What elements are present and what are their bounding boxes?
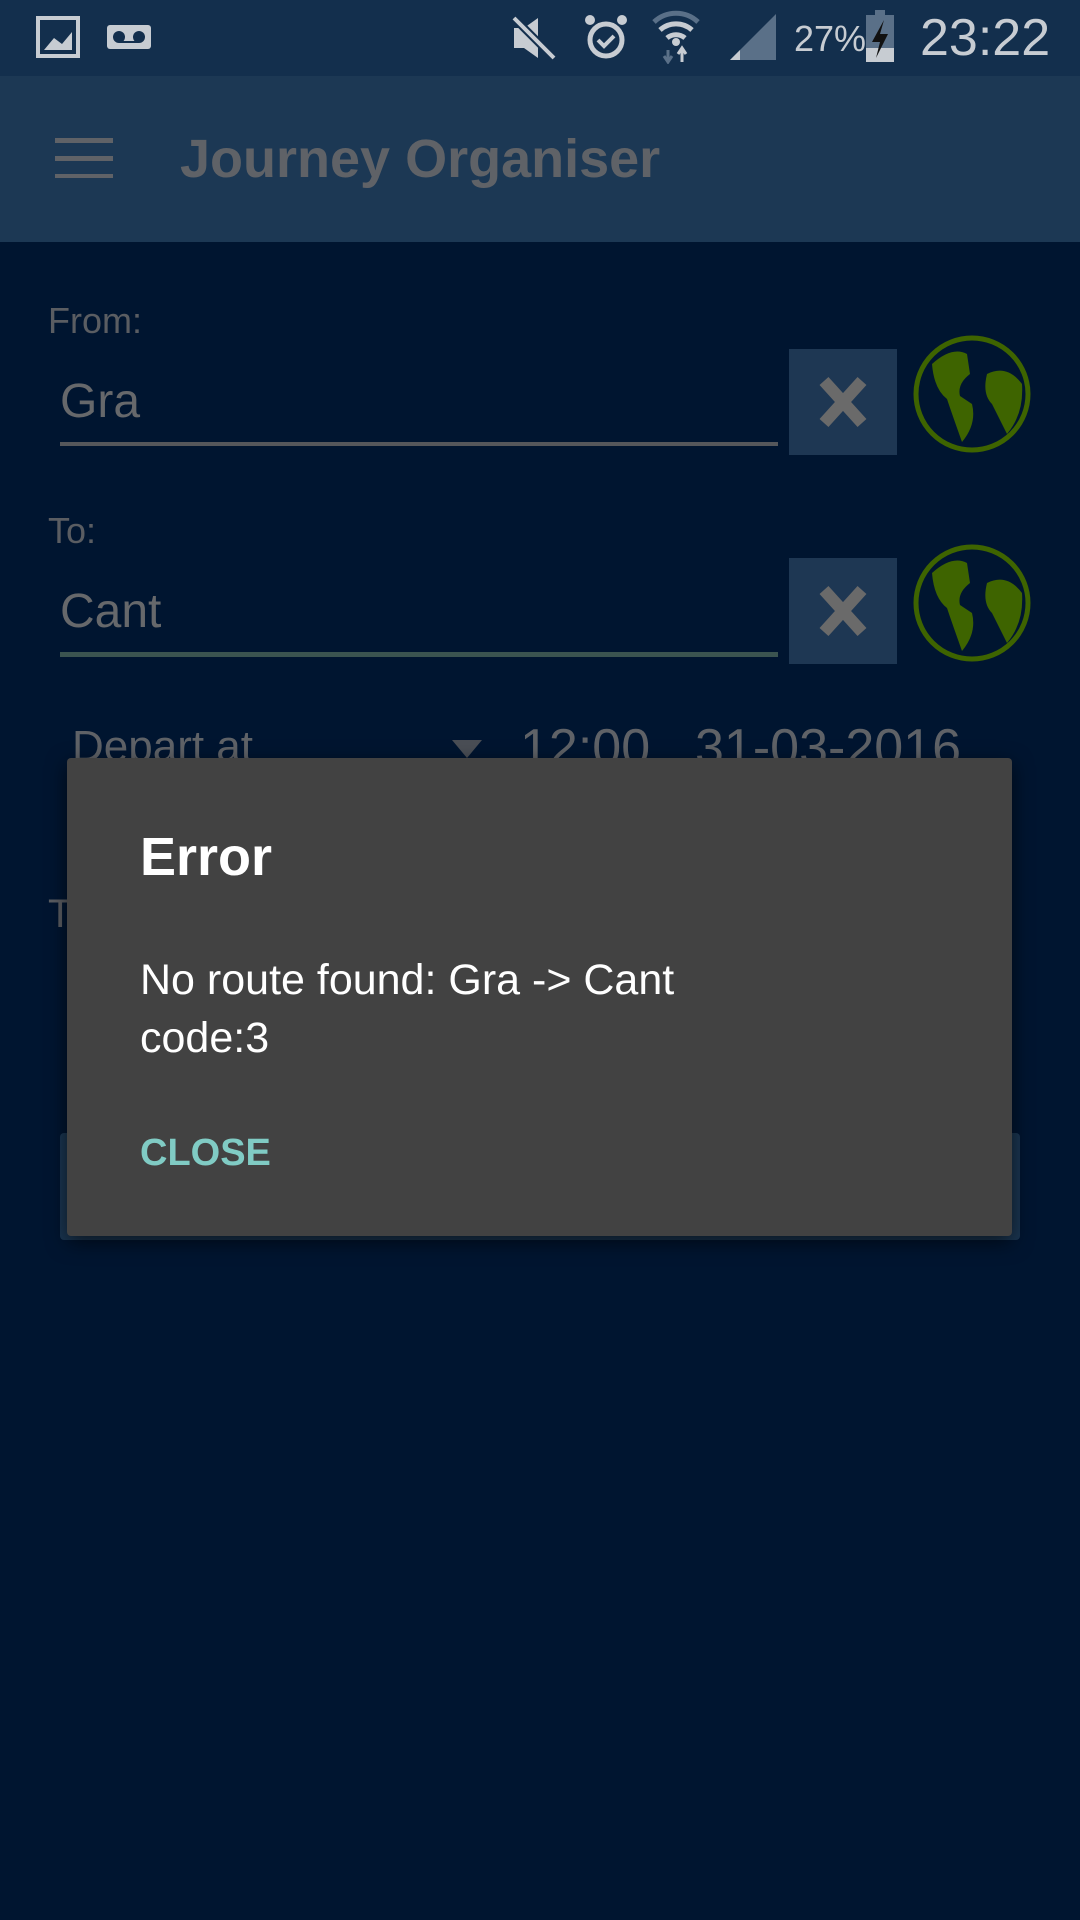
clock: 23:22 xyxy=(920,9,1051,67)
error-dialog: Error No route found: Gra -> Cant code:3… xyxy=(67,758,1012,1236)
close-icon xyxy=(819,585,867,637)
alarm-icon xyxy=(585,15,627,59)
dropdown-arrow-icon xyxy=(452,740,482,758)
globe-icon-from[interactable] xyxy=(912,334,1032,455)
to-label: To: xyxy=(48,510,97,551)
battery-charging-icon xyxy=(866,10,894,62)
battery-percent: 27% xyxy=(794,18,867,59)
dialog-message: No route found: Gra -> Cant xyxy=(140,956,675,1004)
dialog-code: code:3 xyxy=(140,1014,270,1062)
app-bar: Journey Organiser xyxy=(0,76,1080,242)
close-button[interactable]: CLOSE xyxy=(140,1132,271,1175)
clear-from-button[interactable] xyxy=(789,349,897,455)
dialog-title: Error xyxy=(140,827,273,887)
app-title: Journey Organiser xyxy=(180,129,661,189)
wifi-icon xyxy=(652,10,700,64)
gallery-icon xyxy=(36,16,80,58)
hamburger-menu-icon[interactable] xyxy=(55,138,113,178)
from-label: From: xyxy=(48,300,142,341)
from-underline xyxy=(60,442,778,446)
to-input[interactable]: Cant xyxy=(60,584,161,639)
from-input[interactable]: Gra xyxy=(60,374,140,429)
globe-icon-to[interactable] xyxy=(912,543,1032,664)
signal-icon xyxy=(730,14,776,60)
clear-to-button[interactable] xyxy=(789,558,897,664)
voicemail-icon xyxy=(107,25,151,49)
to-underline-focused xyxy=(60,652,778,657)
mute-icon xyxy=(511,15,557,61)
close-icon xyxy=(819,376,867,428)
status-bar: 27% 23:22 xyxy=(0,0,1080,76)
